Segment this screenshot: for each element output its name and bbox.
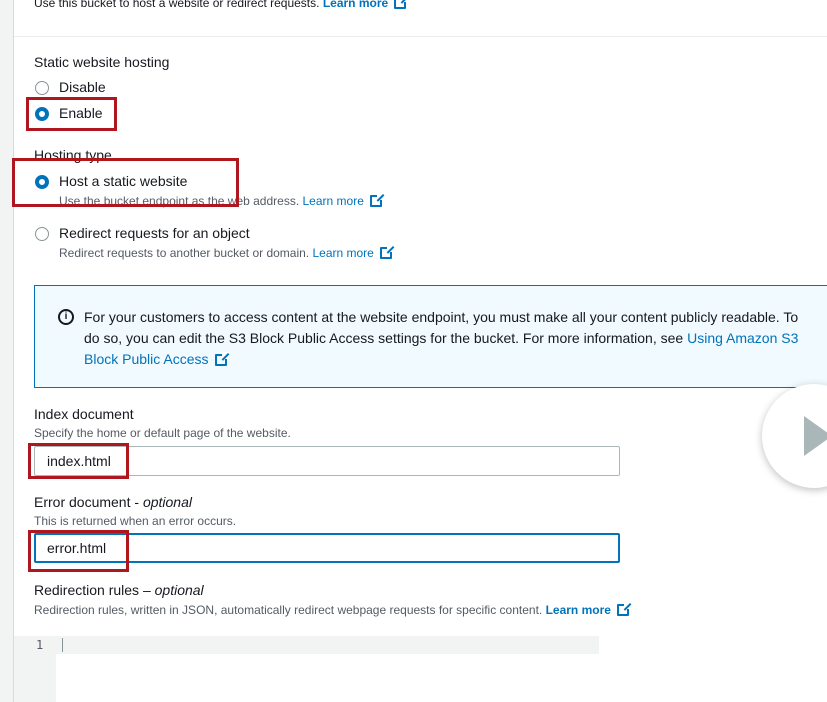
radio-redirect[interactable] (35, 227, 49, 241)
external-link-icon (394, 0, 409, 9)
external-link-icon (616, 602, 631, 616)
external-link-icon (214, 352, 229, 366)
static-hosting-label: Static website hosting (34, 54, 170, 70)
static-hosting-panel: Use this bucket to host a website or red… (12, 0, 827, 702)
line-number: 1 (36, 638, 44, 652)
learn-more-link[interactable]: Learn more (546, 603, 611, 617)
external-link-icon (369, 193, 384, 207)
text-cursor (62, 638, 63, 652)
radio-disable-label[interactable]: Disable (59, 79, 106, 95)
divider (14, 36, 827, 37)
info-alert: i For your customers to access content a… (34, 285, 827, 388)
highlight-box (26, 97, 117, 131)
highlight-box (28, 443, 129, 479)
redirection-rules-description: Redirection rules, written in JSON, auto… (34, 602, 631, 617)
info-icon: i (58, 309, 74, 325)
index-document-description: Specify the home or default page of the … (34, 426, 291, 440)
learn-more-link[interactable]: Learn more (312, 246, 373, 260)
highlight-box (12, 158, 239, 207)
code-editor-line[interactable] (56, 636, 599, 654)
radio-disable[interactable] (35, 81, 49, 95)
play-icon (804, 416, 827, 456)
error-document-label: Error document - optional (34, 494, 192, 510)
top-description: Use this bucket to host a website or red… (34, 0, 409, 10)
learn-more-link[interactable]: Learn more (323, 0, 388, 10)
external-link-icon (379, 245, 394, 259)
redirection-rules-label: Redirection rules – optional (34, 582, 204, 598)
info-alert-text: For your customers to access content at … (84, 309, 799, 367)
index-document-label: Index document (34, 406, 134, 422)
redirect-description: Redirect requests to another bucket or d… (59, 245, 394, 260)
code-editor-gutter (14, 636, 56, 702)
radio-redirect-label[interactable]: Redirect requests for an object (59, 225, 250, 241)
highlight-box (28, 530, 129, 572)
learn-more-link[interactable]: Learn more (303, 194, 364, 208)
error-document-description: This is returned when an error occurs. (34, 514, 237, 528)
